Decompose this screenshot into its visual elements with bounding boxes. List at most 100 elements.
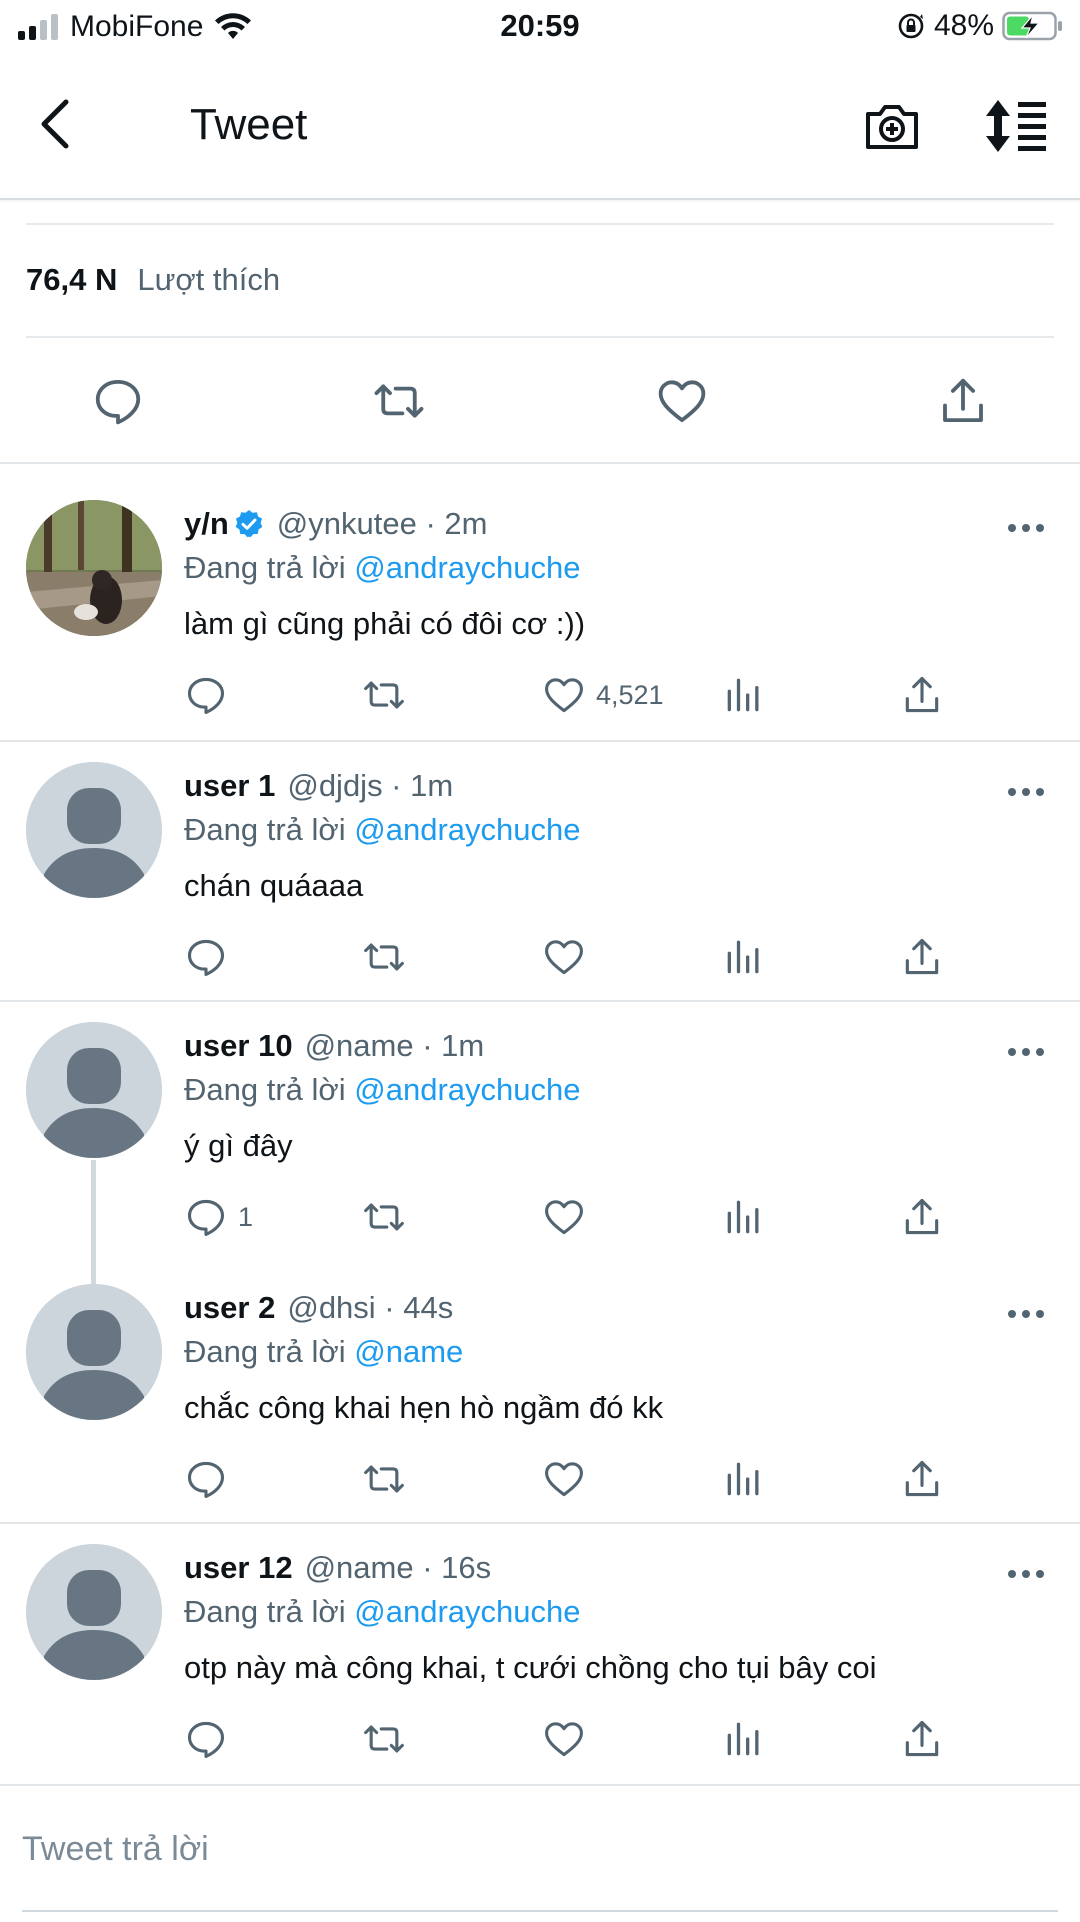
retweet-button[interactable] [362,1194,406,1240]
retweet-button[interactable] [362,672,406,718]
tweet-text: ý gì đây [184,1128,293,1163]
like-icon [545,1200,583,1235]
reply-icon [187,1461,225,1498]
replying-to: Đang trả lời @andraychuche [184,1594,580,1630]
more-options-icon[interactable] [1006,1307,1046,1321]
share-button[interactable] [900,1456,944,1502]
replying-to-label: Đang trả lời [184,1072,346,1107]
reply-input[interactable]: Tweet trả lời [22,1830,209,1869]
display-name[interactable]: user 1 [184,768,275,804]
tweet-text: chắc công khai hẹn hò ngầm đó kk [184,1390,664,1425]
like-button[interactable] [542,934,596,980]
display-name[interactable]: user 10 [184,1028,293,1064]
handle-time: @ynkutee · 2m [276,506,488,541]
reply-count: 1 [238,1201,254,1232]
display-name[interactable]: user 12 [184,1550,293,1586]
reply-tweet[interactable]: user 1 @djdjs · 1m Đang trả lời @andrayc… [0,740,1080,1002]
orientation-lock-icon [898,13,924,39]
analytics-button[interactable] [722,672,766,718]
retweet-button[interactable] [362,1456,406,1502]
tweet-text: làm gì cũng phải có đôi cơ :)) [184,606,586,641]
more-options-icon[interactable] [1006,1045,1046,1059]
reply-tweet[interactable]: user 2 @dhsi · 44s Đang trả lời @name ch… [0,1262,1080,1524]
avatar[interactable] [26,1284,162,1420]
retweet-icon[interactable] [372,374,426,428]
retweet-icon [364,1725,404,1753]
retweet-icon [364,1465,404,1493]
reply-button[interactable] [184,934,238,980]
mention-link[interactable]: @andraychuche [354,812,580,847]
reply-button[interactable] [184,1716,238,1762]
like-icon[interactable] [655,374,709,428]
mention-link[interactable]: @andraychuche [354,550,580,585]
avatar[interactable] [26,762,162,898]
analytics-button[interactable] [722,1716,766,1762]
retweet-icon [364,943,404,971]
reply-button[interactable]: 1 [184,1194,253,1240]
analytics-icon [727,678,759,712]
analytics-button[interactable] [722,1194,766,1240]
like-button[interactable] [542,1194,596,1240]
sort-lines-icon[interactable] [984,96,1050,156]
mention-link[interactable]: @andraychuche [354,1072,580,1107]
reply-icon [187,1721,225,1758]
camera-plus-icon[interactable] [862,96,922,156]
replying-to: Đang trả lời @andraychuche [184,550,580,586]
like-button[interactable] [542,1456,596,1502]
reply-icon [187,677,225,714]
reply-icon [187,1199,225,1236]
tweet-actions [0,1456,1080,1506]
more-options-icon[interactable] [1006,1567,1046,1581]
display-name[interactable]: y/n [184,506,229,542]
share-icon[interactable] [936,374,990,428]
reply-composer: Tweet trả lời [0,1784,1080,1922]
mention-link[interactable]: @andraychuche [354,1594,580,1629]
share-icon [905,1460,939,1497]
retweet-icon [364,1203,404,1231]
analytics-icon [727,1722,759,1756]
share-button[interactable] [900,1716,944,1762]
replying-to-label: Đang trả lời [184,1594,346,1629]
reply-tweet[interactable]: user 10 @name · 1m Đang trả lời @andrayc… [0,1000,1080,1262]
like-count: 4,521 [596,679,664,710]
more-options-icon[interactable] [1006,521,1046,535]
share-button[interactable] [900,934,944,980]
likes-count: 76,4 N [26,262,118,297]
avatar[interactable] [26,1022,162,1158]
retweet-button[interactable] [362,934,406,980]
avatar[interactable] [26,1544,162,1680]
tweet-text: chán quáaaa [184,868,364,903]
like-button[interactable] [542,1716,596,1762]
reply-button[interactable] [184,1456,238,1502]
tweet-header: user 12 @name · 16s [184,1550,491,1586]
tweet-actions: 1 [0,1194,1080,1244]
analytics-button[interactable] [722,1456,766,1502]
replying-to: Đang trả lời @andraychuche [184,1072,580,1108]
like-button[interactable]: 4,521 [542,672,664,718]
replying-to: Đang trả lời @name [184,1334,463,1370]
reply-icon[interactable] [91,374,145,428]
reply-button[interactable] [184,672,238,718]
analytics-button[interactable] [722,934,766,980]
likes-stat[interactable]: 76,4 N Lượt thích [26,262,280,298]
share-button[interactable] [900,672,944,718]
back-chevron-icon[interactable] [34,96,78,152]
reply-tweet[interactable]: user 12 @name · 16s Đang trả lời @andray… [0,1522,1080,1784]
share-button[interactable] [900,1194,944,1240]
reply-tweet[interactable]: y/n @ynkutee · 2m Đang trả lời @andraych… [0,464,1080,742]
avatar[interactable] [26,500,162,636]
retweet-button[interactable] [362,1716,406,1762]
more-options-icon[interactable] [1006,785,1046,799]
handle-time: @djdjs · 1m [287,768,454,803]
like-icon [545,1722,583,1757]
replying-to-label: Đang trả lời [184,550,346,585]
tweet-header: user 1 @djdjs · 1m [184,768,453,804]
like-icon [545,678,583,713]
default-avatar-icon [26,1022,162,1158]
analytics-icon [727,1200,759,1234]
replying-to-label: Đang trả lời [184,1334,346,1369]
display-name[interactable]: user 2 [184,1290,275,1326]
mention-link[interactable]: @name [354,1334,463,1369]
retweet-icon [364,681,404,709]
default-avatar-icon [26,762,162,898]
